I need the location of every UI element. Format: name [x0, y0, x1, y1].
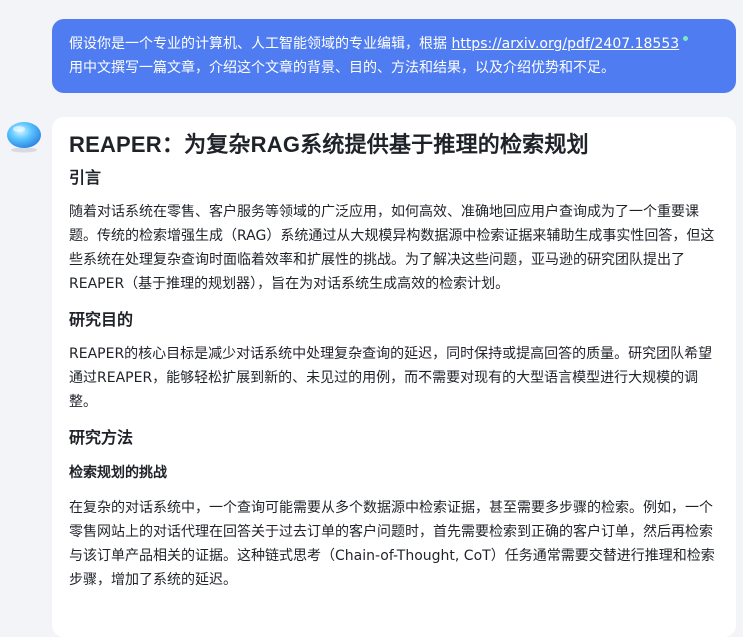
- section-paragraph-challenge: 在复杂的对话系统中，一个查询可能需要从多个数据源中检索证据，甚至需要多步骤的检索…: [69, 500, 715, 588]
- section-paragraph-purpose: REAPER的核心目标是减少对话系统中处理复杂查询的延迟，同时保持或提高回答的质…: [69, 346, 713, 410]
- section-heading-intro: 引言: [69, 168, 102, 187]
- assistant-answer-card: REAPER：为复杂RAG系统提供基于推理的检索规划 引言 随着对话系统在零售、…: [52, 117, 736, 637]
- user-message-bubble: 假设你是一个专业的计算机、人工智能领域的专业编辑，根据 https://arxi…: [52, 19, 736, 93]
- arxiv-link[interactable]: https://arxiv.org/pdf/2407.18553: [451, 36, 679, 52]
- section-heading-purpose: 研究目的: [69, 310, 134, 329]
- subsection-heading-challenge: 检索规划的挑战: [69, 465, 167, 481]
- user-message-text-rest: 用中文撰写一篇文章，介绍这个文章的背景、目的、方法和结果，以及介绍优势和不足。: [69, 60, 615, 76]
- assistant-orb-icon: [7, 122, 41, 153]
- assistant-avatar: [7, 120, 41, 154]
- user-message-text: 假设你是一个专业的计算机、人工智能领域的专业编辑，根据: [69, 36, 452, 52]
- section-paragraph-intro: 随着对话系统在零售、客户服务等领域的广泛应用，如何高效、准确地回应用户查询成为了…: [69, 204, 715, 292]
- article-title: REAPER：为复杂RAG系统提供基于推理的检索规划: [69, 132, 589, 157]
- link-status-dot-icon: [683, 36, 689, 41]
- section-heading-method: 研究方法: [69, 428, 134, 447]
